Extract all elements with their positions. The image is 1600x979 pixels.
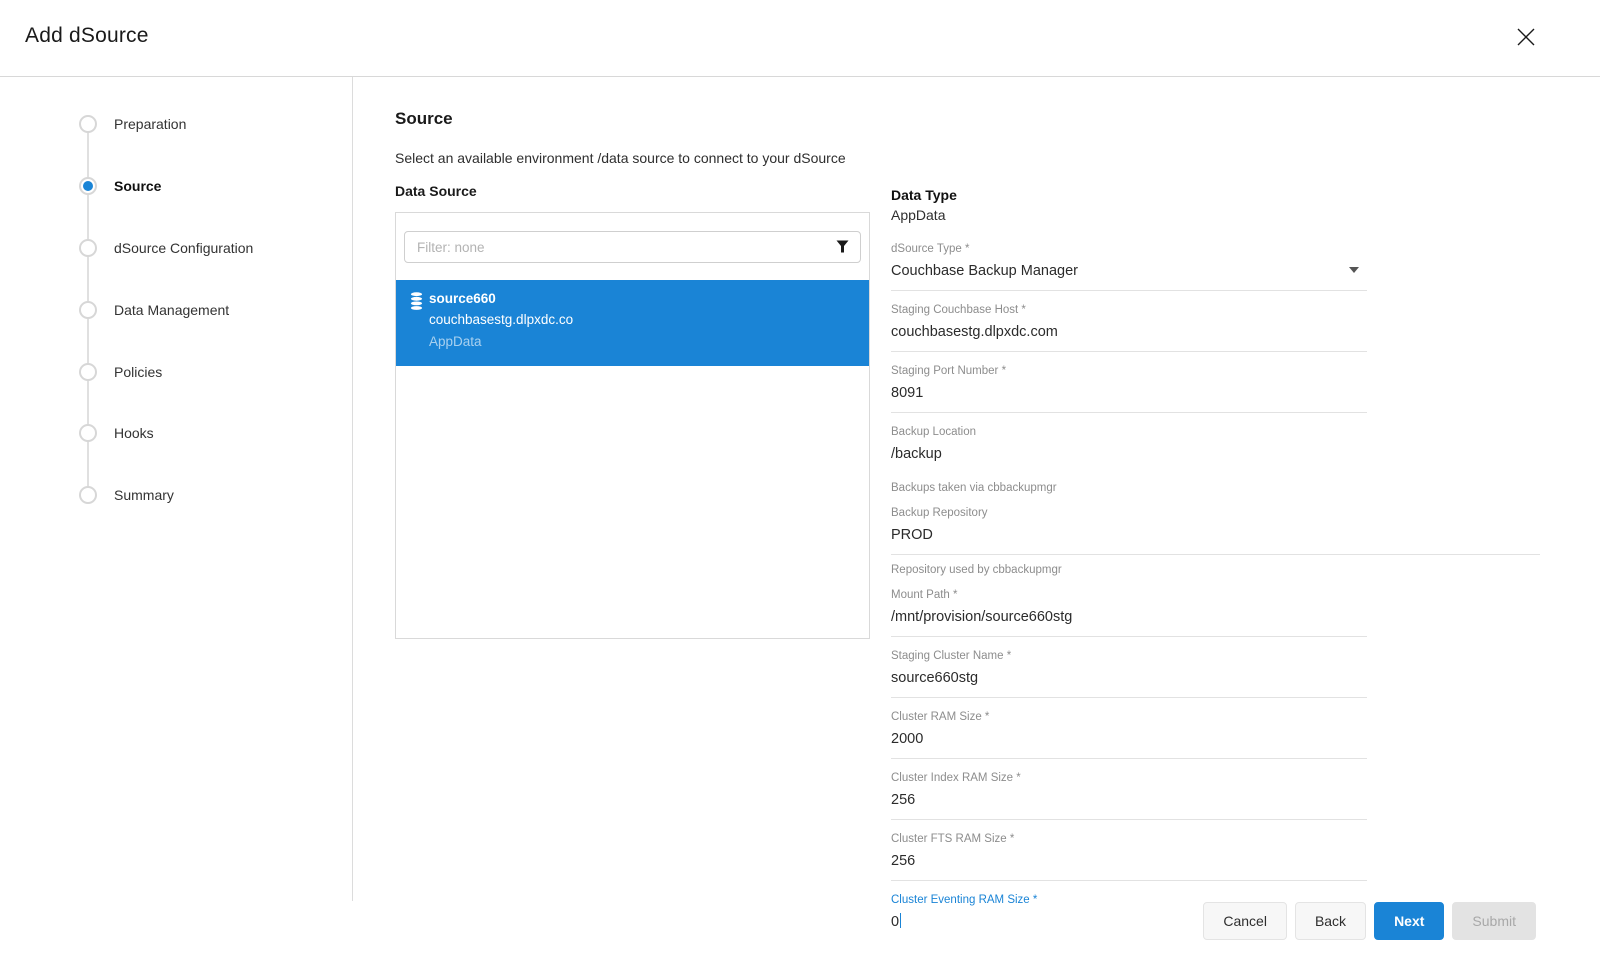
data-source-item-selected[interactable]: source660 couchbasestg.dlpxdc.co AppData <box>396 280 869 366</box>
field-label: Cluster FTS RAM Size * <box>891 832 1367 846</box>
footer-actions: Cancel Back Next Submit <box>1203 902 1536 940</box>
field-label: Staging Cluster Name * <box>891 649 1367 663</box>
step-preparation[interactable]: Preparation <box>0 113 353 137</box>
step-circle <box>79 486 97 504</box>
source-step-content: Source Select an available environment /… <box>395 77 871 639</box>
cluster-index-ram-size-input[interactable]: 256 <box>891 791 1367 810</box>
filter-input[interactable] <box>404 231 861 263</box>
cluster-fts-ram-size-input[interactable]: 256 <box>891 852 1367 871</box>
dsource-type-select[interactable]: Couchbase Backup Manager <box>891 262 1367 281</box>
backup-repository-input[interactable]: PROD <box>891 526 1367 545</box>
step-label: Data Management <box>114 302 229 318</box>
field-helper-text: Repository used by cbbackupmgr <box>891 563 1367 577</box>
cancel-button[interactable]: Cancel <box>1203 902 1287 940</box>
step-circle <box>79 424 97 442</box>
staging-cluster-name-input[interactable]: source660stg <box>891 669 1367 688</box>
field-cluster-index-ram-size: Cluster Index RAM Size * 256 <box>891 771 1367 820</box>
field-divider <box>891 554 1540 555</box>
page-subtitle: Select an available environment /data so… <box>395 150 871 166</box>
step-label: Summary <box>114 487 174 503</box>
dialog-title: Add dSource <box>25 24 149 48</box>
field-staging-couchbase-host: Staging Couchbase Host * couchbasestg.dl… <box>891 303 1367 352</box>
field-dsource-type: dSource Type * Couchbase Backup Manager <box>891 242 1367 291</box>
back-button[interactable]: Back <box>1295 902 1366 940</box>
data-type-label: Data Type <box>891 187 1367 204</box>
step-summary[interactable]: Summary <box>0 484 353 508</box>
staging-port-input[interactable]: 8091 <box>891 384 1367 403</box>
source-item-name: source660 <box>429 288 855 309</box>
field-label: Backup Repository <box>891 506 1367 520</box>
field-label: Staging Couchbase Host * <box>891 303 1367 317</box>
step-source[interactable]: Source <box>0 175 353 199</box>
step-dsource-configuration[interactable]: dSource Configuration <box>0 237 353 261</box>
field-staging-cluster-name: Staging Cluster Name * source660stg <box>891 649 1367 698</box>
filter-funnel-icon[interactable] <box>836 240 849 258</box>
step-policies[interactable]: Policies <box>0 361 353 385</box>
step-circle <box>79 239 97 257</box>
chevron-down-icon[interactable] <box>1349 267 1359 273</box>
next-button[interactable]: Next <box>1374 902 1444 940</box>
staging-host-input[interactable]: couchbasestg.dlpxdc.com <box>891 323 1367 342</box>
mount-path-input[interactable]: /mnt/provision/source660stg <box>891 608 1367 627</box>
data-source-label: Data Source <box>395 183 871 199</box>
step-label: Hooks <box>114 425 154 441</box>
step-label: Policies <box>114 364 162 380</box>
field-backup-location: Backup Location /backup <box>891 425 1367 473</box>
step-data-management[interactable]: Data Management <box>0 299 353 323</box>
data-source-panel: source660 couchbasestg.dlpxdc.co AppData <box>395 212 870 639</box>
database-icon <box>410 292 423 315</box>
close-button[interactable] <box>1514 26 1538 50</box>
step-hooks[interactable]: Hooks <box>0 422 353 446</box>
field-cluster-fts-ram-size: Cluster FTS RAM Size * 256 <box>891 832 1367 881</box>
step-circle <box>79 363 97 381</box>
source-item-data-type: AppData <box>429 331 855 353</box>
step-label: Source <box>114 178 161 194</box>
submit-button[interactable]: Submit <box>1452 902 1536 940</box>
text-cursor <box>900 913 901 928</box>
page-title: Source <box>395 109 871 129</box>
cluster-ram-size-input[interactable]: 2000 <box>891 730 1367 749</box>
source-item-host: couchbasestg.dlpxdc.co <box>429 309 855 331</box>
field-label: Backup Location <box>891 425 1367 439</box>
step-circle-active <box>79 177 97 195</box>
filter-bar <box>404 231 861 263</box>
data-type-value: AppData <box>891 206 1367 225</box>
step-circle <box>79 301 97 319</box>
field-helper-text: Backups taken via cbbackupmgr <box>891 481 1367 495</box>
field-staging-port-number: Staging Port Number * 8091 <box>891 364 1367 413</box>
field-label: dSource Type * <box>891 242 1367 256</box>
field-backup-repository: Backup Repository PROD <box>891 506 1367 555</box>
field-mount-path: Mount Path * /mnt/provision/source660stg <box>891 588 1367 637</box>
backup-location-input[interactable]: /backup <box>891 445 1367 464</box>
field-label: Staging Port Number * <box>891 364 1367 378</box>
step-label: dSource Configuration <box>114 240 253 256</box>
step-circle <box>79 115 97 133</box>
field-label: Cluster Index RAM Size * <box>891 771 1367 785</box>
close-icon <box>1515 36 1537 51</box>
field-label: Mount Path * <box>891 588 1367 602</box>
field-list: dSource Type * Couchbase Backup Manager … <box>891 242 1367 941</box>
field-cluster-ram-size: Cluster RAM Size * 2000 <box>891 710 1367 759</box>
wizard-stepper: Preparation Source dSource Configuration… <box>0 77 353 901</box>
step-label: Preparation <box>114 116 186 132</box>
source-details-form: Data Type AppData dSource Type * Couchba… <box>891 77 1367 953</box>
dialog-header: Add dSource <box>0 0 1600 77</box>
field-label: Cluster RAM Size * <box>891 710 1367 724</box>
